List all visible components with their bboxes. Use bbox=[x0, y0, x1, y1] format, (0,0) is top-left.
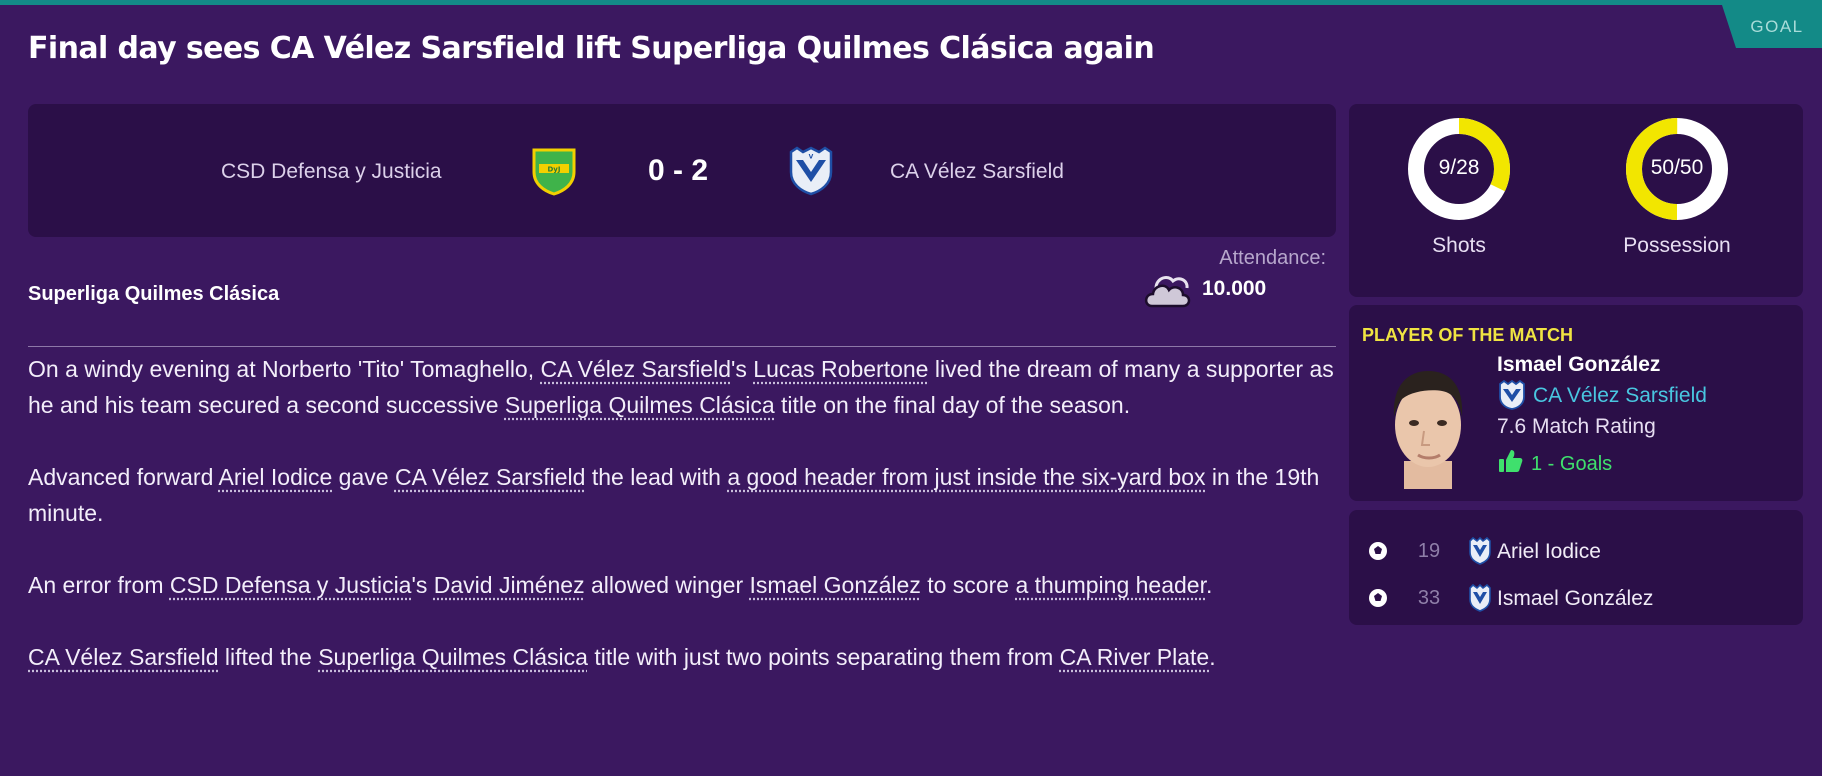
potm-club-link[interactable]: CA Vélez Sarsfield bbox=[1533, 384, 1707, 408]
scorer-row[interactable]: 33 Ismael González bbox=[1349, 583, 1803, 613]
potm-player-name[interactable]: Ismael González bbox=[1497, 353, 1660, 377]
club-link[interactable]: CA Vélez Sarsfield bbox=[28, 644, 218, 670]
goal-highlight-link[interactable]: a good header from just inside the six-y… bbox=[727, 464, 1205, 490]
article-text: to score bbox=[920, 572, 1016, 598]
article-text: lifted the bbox=[218, 644, 319, 670]
article-text: . bbox=[1209, 644, 1216, 670]
thumbs-up-icon bbox=[1499, 450, 1523, 472]
scorer-row[interactable]: 19 Ariel Iodice bbox=[1349, 536, 1803, 566]
scorer-minute: 19 bbox=[1417, 540, 1441, 562]
article-paragraph: On a windy evening at Norberto 'Tito' To… bbox=[28, 351, 1344, 423]
velez-crest-icon bbox=[1469, 537, 1491, 565]
svg-text:V: V bbox=[809, 154, 814, 161]
club-link[interactable]: CA River Plate bbox=[1060, 644, 1210, 670]
scorer-name[interactable]: Ariel Iodice bbox=[1497, 540, 1601, 564]
competition-link[interactable]: Superliga Quilmes Clásica bbox=[505, 392, 775, 418]
cloudy-weather-icon bbox=[1144, 276, 1191, 308]
article-text: Advanced forward bbox=[28, 464, 219, 490]
goal-scorers-card: 19 Ariel Iodice 33 Ismael González bbox=[1349, 510, 1803, 625]
article-paragraph: Advanced forward Ariel Iodice gave CA Vé… bbox=[28, 459, 1344, 531]
article-text: title with just two points separating th… bbox=[587, 644, 1060, 670]
possession-label: Possession bbox=[1623, 234, 1731, 257]
scorer-name[interactable]: Ismael González bbox=[1497, 587, 1653, 611]
shots-value: 9/28 bbox=[1438, 156, 1480, 179]
scoreboard: CSD Defensa y Justicia DyJ 0 - 2 V CA Vé… bbox=[28, 104, 1336, 237]
club-link[interactable]: CA Vélez Sarsfield bbox=[541, 356, 731, 382]
football-icon bbox=[1369, 589, 1387, 607]
article-text: An error from bbox=[28, 572, 170, 598]
attendance-label: Attendance: bbox=[1219, 247, 1326, 269]
player-link[interactable]: Lucas Robertone bbox=[753, 356, 928, 382]
article-text: allowed winger bbox=[584, 572, 750, 598]
article-text: On a windy evening at Norberto 'Tito' To… bbox=[28, 356, 541, 382]
competition-link[interactable]: Superliga Quilmes Clásica bbox=[318, 644, 588, 670]
shots-label: Shots bbox=[1432, 234, 1486, 257]
article-text: title on the final day of the season. bbox=[774, 392, 1131, 418]
player-of-the-match-card: PLAYER OF THE MATCH Ismael González CA V… bbox=[1349, 305, 1803, 501]
scorer-minute: 33 bbox=[1417, 587, 1441, 609]
news-headline: Final day sees CA Vélez Sarsfield lift S… bbox=[28, 31, 1155, 66]
attendance-value: 10.000 bbox=[1202, 277, 1267, 300]
possession-value: 50/50 bbox=[1650, 156, 1704, 179]
article-body: On a windy evening at Norberto 'Tito' To… bbox=[28, 351, 1344, 711]
goal-highlight-link[interactable]: a thumping header bbox=[1015, 572, 1206, 598]
match-stats-card: 9/28 Shots 50/50 Possession bbox=[1349, 104, 1803, 297]
match-score: 0 - 2 bbox=[648, 154, 709, 187]
divider bbox=[28, 346, 1336, 347]
football-icon bbox=[1369, 542, 1387, 560]
goal-badge: GOAL bbox=[1722, 5, 1822, 48]
article-paragraph: An error from CSD Defensa y Justicia's D… bbox=[28, 567, 1344, 603]
defensa-crest-icon[interactable]: DyJ bbox=[530, 146, 578, 196]
away-team-name[interactable]: CA Vélez Sarsfield bbox=[890, 160, 1064, 184]
player-link[interactable]: Ariel Iodice bbox=[219, 464, 333, 490]
player-portrait[interactable] bbox=[1382, 365, 1474, 489]
svg-text:DyJ: DyJ bbox=[548, 166, 561, 174]
velez-crest-icon[interactable]: V bbox=[787, 146, 835, 196]
article-paragraph: CA Vélez Sarsfield lifted the Superliga … bbox=[28, 639, 1344, 675]
player-link[interactable]: David Jiménez bbox=[434, 572, 585, 598]
news-panel: Final day sees CA Vélez Sarsfield lift S… bbox=[0, 0, 1822, 776]
article-text: gave bbox=[332, 464, 395, 490]
competition-name[interactable]: Superliga Quilmes Clásica bbox=[28, 283, 279, 306]
club-link[interactable]: CA Vélez Sarsfield bbox=[395, 464, 585, 490]
article-text: 's bbox=[411, 572, 434, 598]
potm-heading: PLAYER OF THE MATCH bbox=[1362, 325, 1574, 345]
player-link[interactable]: Ismael González bbox=[750, 572, 921, 598]
article-text: . bbox=[1205, 572, 1213, 598]
velez-crest-icon bbox=[1499, 380, 1525, 410]
potm-goals: 1 - Goals bbox=[1531, 453, 1613, 475]
potm-match-rating: 7.6 Match Rating bbox=[1497, 415, 1656, 438]
velez-crest-icon bbox=[1469, 584, 1491, 612]
club-link[interactable]: CSD Defensa y Justicia bbox=[170, 572, 412, 598]
home-team-name[interactable]: CSD Defensa y Justicia bbox=[221, 160, 442, 184]
article-text: the lead with bbox=[585, 464, 728, 490]
article-text: 's bbox=[731, 356, 754, 382]
